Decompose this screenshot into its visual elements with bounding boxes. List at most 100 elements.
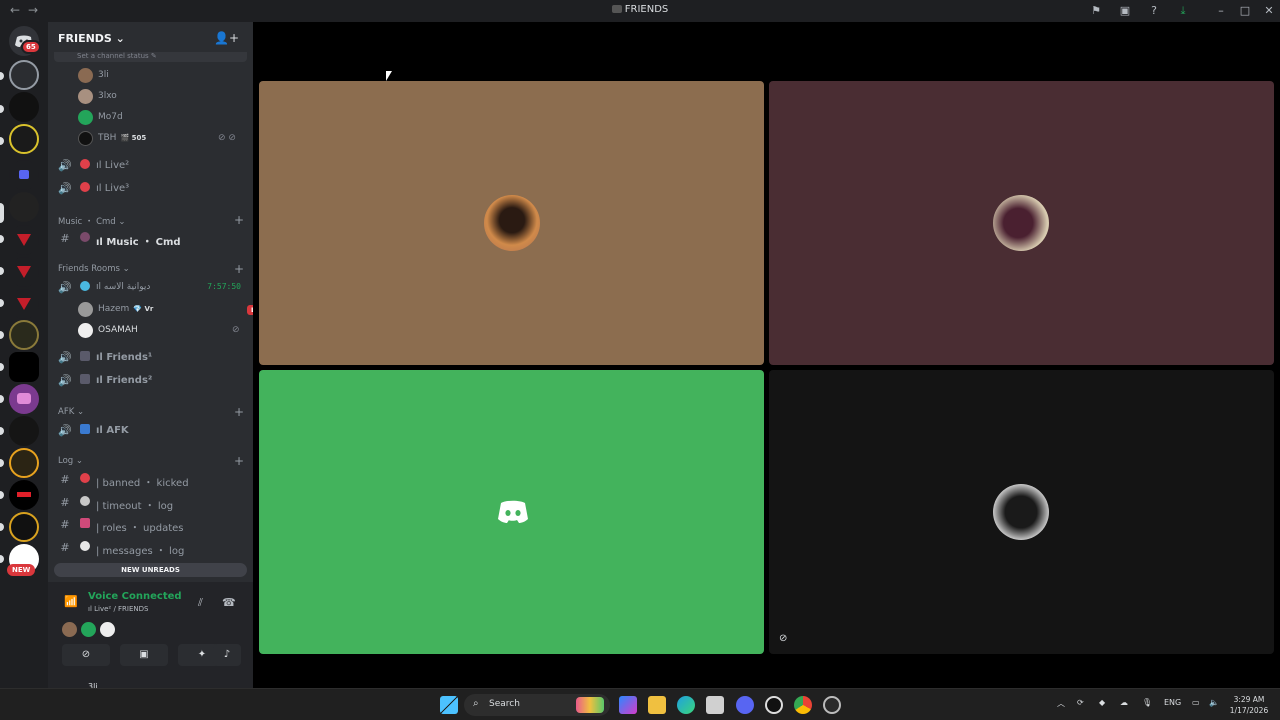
sync-icon[interactable]: ⟳ <box>1077 698 1084 707</box>
server-icon[interactable] <box>9 225 39 255</box>
inbox-flag-icon[interactable]: ⚑ <box>1089 4 1103 18</box>
category-friends-rooms[interactable]: Friends Rooms ⌄ + <box>58 262 244 277</box>
new-unreads-bar[interactable]: NEW UNREADS <box>54 563 247 577</box>
channel-sidebar: FRIENDS ⌄ 👤+ Set a channel status ✎ 3li … <box>48 22 272 691</box>
voice-channel-friends2[interactable]: 🔊 ıl Friends² <box>56 371 247 391</box>
server-icon[interactable] <box>9 352 39 382</box>
server-icon[interactable] <box>9 289 39 319</box>
voice-channel-live2[interactable]: 🔊 ıl Live² <box>56 156 247 176</box>
voice-channel-diwaniya[interactable]: 🔊 ıl ديوانية الاسه 7:57:50 <box>56 278 247 298</box>
app-icon[interactable] <box>765 696 783 714</box>
chevron-up-icon[interactable]: ︿ <box>1057 698 1065 709</box>
voice-channel-path[interactable]: ıl Live² / FRIENDS <box>88 605 148 613</box>
text-channel-messages[interactable]: # | messages ・ log <box>56 538 247 558</box>
windows-start-icon[interactable] <box>440 696 458 714</box>
server-icon[interactable] <box>9 124 39 154</box>
guild-header[interactable]: FRIENDS ⌄ 👤+ <box>48 22 253 54</box>
minimize-icon[interactable]: – <box>1214 4 1228 18</box>
volume-icon[interactable]: 🔈 <box>1209 698 1219 707</box>
text-channel-timeout[interactable]: # | timeout ・ log <box>56 493 247 513</box>
close-icon[interactable]: ✕ <box>1262 4 1276 18</box>
chrome-icon[interactable] <box>794 696 812 714</box>
screen-share-icon[interactable]: ▣ <box>1118 4 1132 18</box>
microphone-icon[interactable]: 🎙 <box>1142 698 1152 707</box>
soundboard-button[interactable]: ♪ <box>213 644 241 666</box>
folder-icon[interactable] <box>9 160 39 190</box>
unread-pill <box>0 459 4 467</box>
server-icon[interactable] <box>9 512 39 542</box>
voice-channel-afk[interactable]: 🔊 ıl AFK <box>56 421 247 441</box>
language-indicator[interactable]: ENG <box>1164 698 1181 707</box>
add-channel-icon[interactable]: + <box>234 454 244 468</box>
text-channel-banned[interactable]: # | banned ・ kicked <box>56 470 247 490</box>
role-icon <box>80 518 90 528</box>
discord-logo-icon <box>498 500 528 523</box>
mouse-cursor <box>386 71 392 81</box>
text-channel-music[interactable]: # ıl Music ・ Cmd <box>56 229 247 249</box>
taskbar-search[interactable]: ⌕ Search <box>464 694 610 716</box>
add-channel-icon[interactable]: + <box>234 213 244 227</box>
participant-tile[interactable] <box>259 370 764 654</box>
server-icon[interactable] <box>9 416 39 446</box>
add-channel-icon[interactable]: + <box>234 405 244 419</box>
text-channel-roles[interactable]: # | roles ・ updates <box>56 515 247 535</box>
speaker-icon: 🔊 <box>58 374 72 387</box>
speaker-emoji-icon <box>80 351 90 361</box>
display-icon[interactable]: ▭ <box>1192 698 1200 707</box>
taskbar: ⌕ Search ︿ ⟳ ◆ ☁ 🎙 ENG ▭ 🔈 3:29 AM 1/17/… <box>0 688 1280 720</box>
category-music[interactable]: Music ・ Cmd ⌄ + <box>58 213 244 228</box>
guitar-icon <box>80 232 90 242</box>
help-icon[interactable]: ? <box>1147 4 1161 18</box>
category-afk[interactable]: AFK ⌄ + <box>58 405 244 420</box>
muted-deafened-icon: ⊘ ⊘ <box>218 133 236 143</box>
tray-app-icon[interactable]: ◆ <box>1099 698 1105 707</box>
disconnect-icon[interactable]: ☎ <box>222 596 236 609</box>
diamond-icon <box>80 281 90 291</box>
server-icon[interactable] <box>9 192 39 222</box>
participant-tile[interactable] <box>259 81 764 365</box>
channel-status-hint[interactable]: Set a channel status ✎ <box>54 52 247 62</box>
edge-icon[interactable] <box>677 696 695 714</box>
server-icon[interactable] <box>9 320 39 350</box>
clock[interactable]: 3:29 AM 1/17/2026 <box>1226 694 1272 716</box>
camera-off-icon: ⊘ <box>779 633 788 644</box>
participant-avatar <box>993 195 1049 251</box>
app-icon[interactable] <box>823 696 841 714</box>
unread-pill <box>0 427 4 435</box>
screen-share-icon: ▣ <box>139 649 149 660</box>
server-icon[interactable] <box>9 92 39 122</box>
cloud-icon[interactable]: ☁ <box>1120 698 1128 707</box>
unread-pill <box>0 267 4 275</box>
speaker-icon: 🔊 <box>58 281 72 294</box>
voice-status[interactable]: Voice Connected <box>88 591 182 602</box>
no-entry-icon <box>80 473 90 483</box>
share-screen-button[interactable]: ▣ <box>120 644 168 666</box>
discord-taskbar-icon[interactable] <box>736 696 754 714</box>
unread-pill <box>0 331 4 339</box>
server-icon[interactable] <box>9 448 39 478</box>
download-icon[interactable]: ⤓ <box>1176 4 1190 18</box>
server-icon[interactable] <box>9 480 39 510</box>
server-icon[interactable] <box>9 60 39 90</box>
participant-tile[interactable] <box>769 81 1274 365</box>
participant-tile[interactable]: ⊘ <box>769 370 1274 654</box>
avatar <box>78 131 93 146</box>
category-log[interactable]: Log ⌄ + <box>58 454 244 469</box>
window-title: FRIENDS <box>0 4 1280 15</box>
camera-off-button[interactable]: ⊘ <box>62 644 110 666</box>
avatar <box>78 89 93 104</box>
store-icon[interactable] <box>706 696 724 714</box>
copilot-icon[interactable] <box>619 696 637 714</box>
invite-people-icon[interactable]: 👤+ <box>214 31 239 45</box>
file-explorer-icon[interactable] <box>648 696 666 714</box>
unread-pill <box>0 235 4 243</box>
server-icon[interactable] <box>9 257 39 287</box>
add-channel-icon[interactable]: + <box>234 262 244 276</box>
server-icon[interactable] <box>9 384 39 414</box>
voice-channel-friends1[interactable]: 🔊 ıl Friends¹ <box>56 348 247 368</box>
unread-pill <box>0 299 4 307</box>
server-rail: 65 NEW <box>0 22 48 688</box>
maximize-icon[interactable]: □ <box>1238 4 1252 18</box>
voice-channel-live3[interactable]: 🔊 ıl Live³ <box>56 179 247 199</box>
noise-suppression-icon[interactable]: ⫽ <box>198 596 203 610</box>
